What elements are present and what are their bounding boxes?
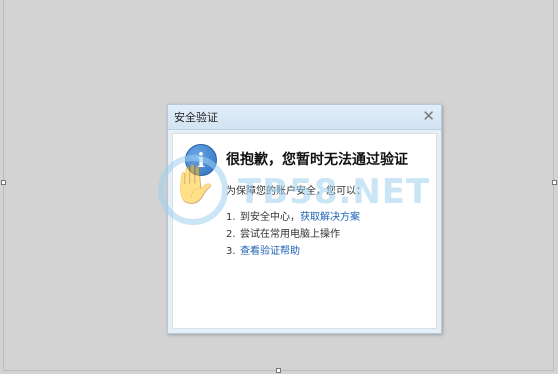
step-number: 3.	[226, 246, 236, 257]
step-text: 到安全中心，	[240, 212, 300, 223]
step-text: 尝试在常用电脑上操作	[240, 229, 340, 240]
list-item: 3. 查看验证帮助	[226, 242, 360, 259]
resize-handle-left[interactable]	[1, 180, 6, 185]
dialog-content: i 很抱歉，您暂时无法通过验证 为保障您的账户安全，您可以： 1. 到安全中心，获…	[172, 133, 437, 329]
step-number: 1.	[226, 212, 236, 223]
dialog-title: 安全验证	[174, 111, 218, 124]
dialog-titlebar: 安全验证 ✕	[168, 105, 441, 130]
dialog-heading: 很抱歉，您暂时无法通过验证	[226, 152, 408, 168]
info-icon: i	[185, 144, 217, 176]
security-verification-dialog: 安全验证 ✕ i 很抱歉，您暂时无法通过验证 为保障您的账户安全，您可以： 1.…	[167, 104, 442, 334]
dialog-description: 为保障您的账户安全，您可以：	[226, 186, 366, 197]
resize-handle-bottom[interactable]	[276, 368, 281, 373]
steps-list: 1. 到安全中心，获取解决方案 2. 尝试在常用电脑上操作 3. 查看验证帮助	[226, 208, 360, 259]
list-item: 2. 尝试在常用电脑上操作	[226, 225, 360, 242]
get-solution-link[interactable]: 获取解决方案	[300, 212, 360, 223]
close-icon[interactable]: ✕	[422, 107, 435, 125]
list-item: 1. 到安全中心，获取解决方案	[226, 208, 360, 225]
step-number: 2.	[226, 229, 236, 240]
resize-handle-right[interactable]	[552, 180, 557, 185]
verification-help-link[interactable]: 查看验证帮助	[240, 246, 300, 257]
